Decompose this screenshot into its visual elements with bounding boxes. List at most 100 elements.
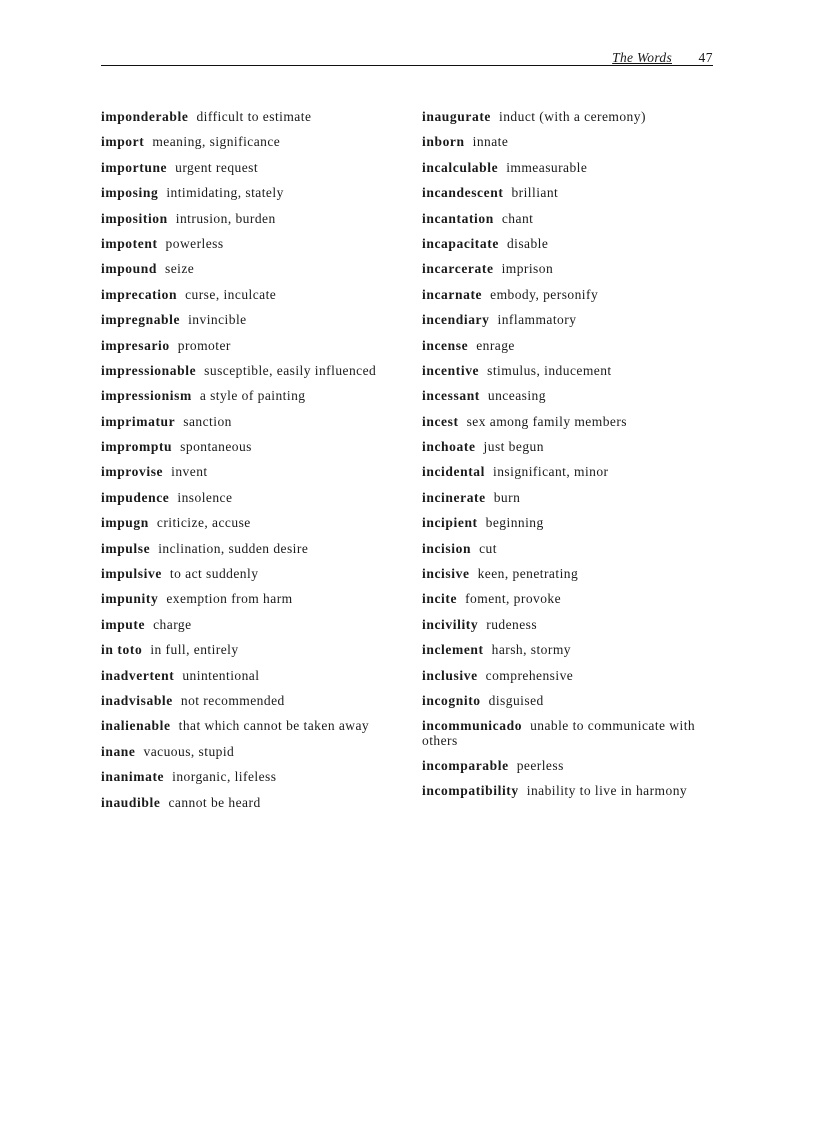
glossary-entry: inclement harsh, stormy <box>422 642 722 658</box>
glossary-entry: imprimatur sanction <box>101 414 391 430</box>
entry-term: inadvisable <box>101 692 173 708</box>
entry-definition: sanction <box>183 413 232 429</box>
glossary-entry: impudence insolence <box>101 490 391 506</box>
glossary-entry: imposition intrusion, burden <box>101 211 391 227</box>
entry-term: impromptu <box>101 439 173 455</box>
entry-definition: intimidating, stately <box>166 185 284 201</box>
glossary-entry: inalienable that which cannot be taken aw… <box>101 718 391 734</box>
entry-term: incendiary <box>422 312 490 328</box>
entry-term: inclement <box>422 642 484 658</box>
entry-definition: disable <box>506 235 549 251</box>
entry-term: impresario <box>101 337 170 353</box>
entry-definition: just begun <box>483 439 544 455</box>
entry-term: incarcerate <box>422 261 494 277</box>
glossary-entry: importune urgent request <box>101 160 391 176</box>
glossary-entry: incest sex among family members <box>422 414 722 430</box>
glossary-entry: inanimate inorganic, lifeless <box>101 769 391 785</box>
entry-term: incipient <box>422 515 478 531</box>
entry-definition: to act suddenly <box>169 566 259 582</box>
glossary-column-right: inaugurate induct (with a ceremony) inborn… <box>422 109 722 809</box>
entry-term: imprimatur <box>101 413 176 429</box>
entry-term: incivility <box>422 616 479 632</box>
glossary-entry: impresario promoter <box>101 338 391 354</box>
entry-definition: peerless <box>516 757 564 773</box>
entry-definition: curse, inculcate <box>185 286 277 302</box>
glossary-entry: incantation chant <box>422 211 722 227</box>
entry-term: inanimate <box>101 769 165 785</box>
entry-definition: vacuous, stupid <box>143 743 235 759</box>
entry-definition: a style of painting <box>199 388 306 404</box>
entry-term: imposing <box>101 185 159 201</box>
glossary-entry: incommunicado unable to communicate with … <box>422 718 722 748</box>
glossary-entry: incidental insignificant, minor <box>422 464 722 480</box>
entry-term: improvise <box>101 464 164 480</box>
entry-term: impregnable <box>101 312 181 328</box>
entry-term: impound <box>101 261 157 277</box>
entry-definition: difficult to estimate <box>196 109 312 124</box>
entry-definition: beginning <box>485 515 544 531</box>
glossary-entry: imprecation curse, inculcate <box>101 287 391 303</box>
glossary-entry: imponderable difficult to estimate <box>101 109 391 125</box>
glossary-entry: inaudible cannot be heard <box>101 795 391 811</box>
entry-definition: insolence <box>177 489 233 505</box>
entry-term: impotent <box>101 235 158 251</box>
glossary-entry: incarcerate imprison <box>422 261 722 277</box>
glossary-entry: incinerate burn <box>422 490 722 506</box>
glossary-entry: incivility rudeness <box>422 617 722 633</box>
entry-term: impulsive <box>101 566 162 582</box>
entry-definition: criticize, accuse <box>156 515 251 531</box>
glossary-entry: incomparable peerless <box>422 758 722 774</box>
glossary-entry: incipient beginning <box>422 515 722 531</box>
entry-definition: comprehensive <box>485 667 574 683</box>
glossary-entry: inane vacuous, stupid <box>101 744 391 760</box>
entry-term: imprecation <box>101 286 178 302</box>
entry-term: incalculable <box>422 159 499 175</box>
glossary-entry: impregnable invincible <box>101 312 391 328</box>
entry-term: incite <box>422 591 458 607</box>
entry-term: inborn <box>422 134 465 150</box>
entry-term: incantation <box>422 210 494 226</box>
entry-term: inchoate <box>422 439 476 455</box>
running-header: The Words 47 <box>101 48 713 66</box>
glossary-entry: incognito disguised <box>422 693 722 709</box>
entry-definition: charge <box>153 616 192 632</box>
glossary-entry: impulse inclination, sudden desire <box>101 541 391 557</box>
glossary-entry: inchoate just begun <box>422 439 722 455</box>
entry-definition: embody, personify <box>490 286 599 302</box>
glossary-entry: in toto in full, entirely <box>101 642 391 658</box>
entry-definition: imprison <box>501 261 554 277</box>
entry-definition: cannot be heard <box>168 794 261 810</box>
page-number: 47 <box>698 50 713 65</box>
entry-term: inadvertent <box>101 667 175 683</box>
entry-definition: unceasing <box>487 388 546 404</box>
entry-definition: brilliant <box>511 185 559 201</box>
entry-term: incandescent <box>422 185 504 201</box>
entry-term: inalienable <box>101 718 171 734</box>
entry-term: inclusive <box>422 667 478 683</box>
entry-definition: seize <box>164 261 195 277</box>
glossary-entry: incense enrage <box>422 338 722 354</box>
entry-definition: harsh, stormy <box>491 642 571 658</box>
glossary-entry: incandescent brilliant <box>422 185 722 201</box>
entry-definition: spontaneous <box>180 439 252 455</box>
entry-term: incision <box>422 540 472 556</box>
entry-definition: insignificant, minor <box>493 464 609 480</box>
running-title: The Words <box>612 50 672 65</box>
entry-definition: invincible <box>188 312 247 328</box>
glossary-entry: incompatibility inability to live in harm… <box>422 783 722 799</box>
glossary-entry: impressionable susceptible, easily influe… <box>101 363 391 379</box>
entry-definition: induct (with a ceremony) <box>499 109 646 124</box>
glossary-entry: inadvisable not recommended <box>101 693 391 709</box>
entry-definition: unintentional <box>182 667 260 683</box>
entry-term: incarnate <box>422 286 483 302</box>
glossary-entry: incendiary inflammatory <box>422 312 722 328</box>
entry-definition: meaning, significance <box>152 134 281 150</box>
entry-term: impugn <box>101 515 149 531</box>
entry-term: impunity <box>101 591 159 607</box>
entry-definition: promoter <box>177 337 231 353</box>
entry-term: impudence <box>101 489 170 505</box>
entry-definition: foment, provoke <box>465 591 562 607</box>
glossary-entry: impromptu spontaneous <box>101 439 391 455</box>
glossary-entry: incite foment, provoke <box>422 591 722 607</box>
entry-term: inaudible <box>101 794 161 810</box>
